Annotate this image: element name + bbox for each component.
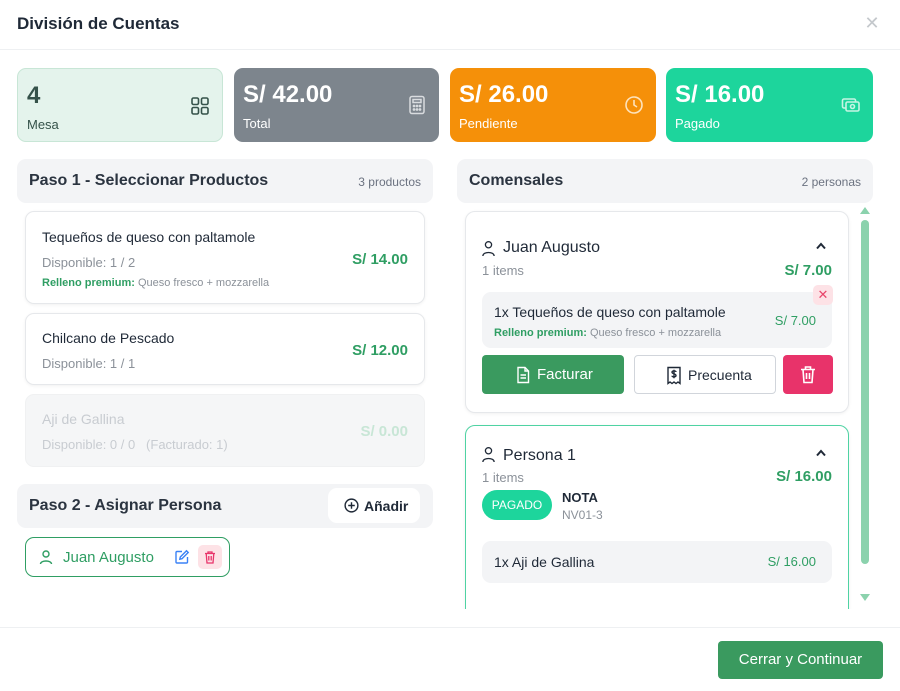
person-chip-name[interactable]: Juan Augusto: [63, 549, 154, 566]
diner-card-paid: Persona 1 1 items S/ 16.00 PAGADO NOTA N…: [465, 425, 849, 609]
step2-title: Paso 2 - Asignar Persona: [29, 497, 222, 514]
total-card: S/ 42.00 Total: [234, 68, 439, 142]
line-item-price: S/ 16.00: [767, 554, 816, 569]
line-item-name: 1x Tequeños de queso con paltamole: [494, 304, 726, 320]
product-name: Aji de Gallina: [42, 411, 125, 427]
line-item-price: S/ 7.00: [774, 313, 816, 328]
step1-title: Paso 1 - Seleccionar Productos: [29, 172, 269, 189]
precuenta-button[interactable]: Precuenta: [634, 355, 776, 394]
doc-number: NV01-3: [562, 508, 603, 522]
diner-card: Juan Augusto 1 items S/ 7.00 1x Tequeños…: [465, 211, 849, 413]
pagado-label: Pagado: [675, 116, 720, 131]
line-item-note: Relleno premium: Queso fresco + mozzarel…: [494, 327, 721, 339]
diners-title: Comensales: [469, 172, 564, 189]
cash-icon: [841, 98, 860, 112]
diners-count: 2 personas: [801, 175, 861, 189]
delete-diner-button[interactable]: [783, 355, 833, 394]
product-available: Disponible: 1 / 1: [42, 356, 136, 371]
total-label: Total: [243, 116, 271, 131]
product-price: S/ 0.00: [360, 423, 408, 440]
edit-icon[interactable]: [174, 549, 190, 565]
diner-line-item: 1x Tequeños de queso con paltamole Relle…: [482, 285, 833, 348]
diner-total: S/ 16.00: [776, 468, 832, 485]
diner-name: Persona 1: [503, 447, 576, 464]
facturar-label: Facturar: [537, 366, 593, 383]
remove-item-icon[interactable]: ✕: [813, 285, 833, 305]
diner-line-item: 1x Aji de Gallina S/ 16.00: [482, 541, 832, 583]
line-item-note-text: Queso fresco + mozzarella: [589, 327, 722, 339]
diners-list[interactable]: Juan Augusto 1 items S/ 7.00 1x Tequeños…: [457, 205, 873, 609]
doc-type: NOTA: [562, 490, 598, 505]
calculator-icon: [409, 95, 425, 115]
scroll-up-arrow-icon[interactable]: [860, 207, 870, 214]
scrollbar-thumb[interactable]: [861, 220, 869, 564]
pendiente-value: S/ 26.00: [459, 81, 549, 108]
diner-total: S/ 7.00: [784, 262, 832, 279]
product-card[interactable]: Tequeños de queso con paltamole Disponib…: [25, 211, 425, 304]
diners-header: Comensales 2 personas: [457, 159, 873, 203]
precuenta-label: Precuenta: [688, 367, 752, 383]
line-item-name: 1x Aji de Gallina: [494, 554, 595, 570]
close-continue-button[interactable]: Cerrar y Continuar: [718, 641, 883, 679]
product-name: Chilcano de Pescado: [42, 330, 175, 346]
mesa-value: 4: [27, 82, 41, 109]
diner-name: Juan Augusto: [503, 239, 600, 256]
product-note: Relleno premium: Queso fresco + mozzarel…: [42, 277, 269, 289]
chevron-up-icon[interactable]: [814, 239, 828, 253]
add-person-button[interactable]: Añadir: [328, 488, 420, 523]
status-badge: PAGADO: [482, 490, 552, 520]
pagado-card: S/ 16.00 Pagado: [666, 68, 873, 142]
document-icon: [517, 366, 530, 384]
line-item-note-label: Relleno premium:: [494, 327, 587, 339]
person-chip[interactable]: Juan Augusto: [25, 537, 230, 577]
step2-header: Paso 2 - Asignar Persona Añadir: [17, 484, 433, 528]
scroll-down-arrow-icon[interactable]: [860, 594, 870, 601]
product-card[interactable]: Chilcano de Pescado Disponible: 1 / 1 S/…: [25, 313, 425, 385]
receipt-dollar-icon: [667, 366, 681, 385]
product-name: Tequeños de queso con paltamole: [42, 229, 256, 245]
product-note-label: Relleno premium:: [42, 277, 135, 289]
mesa-label: Mesa: [27, 117, 59, 132]
product-card-disabled: Aji de Gallina Disponible: 0 / 0 (Factur…: [25, 394, 425, 467]
pendiente-card: S/ 26.00 Pendiente: [450, 68, 656, 142]
user-icon: [39, 550, 53, 565]
mesa-card: 4 Mesa: [17, 68, 223, 142]
product-available: Disponible: 1 / 2: [42, 255, 136, 270]
clock-icon: [625, 96, 643, 114]
pagado-value: S/ 16.00: [675, 81, 765, 108]
trash-icon: [205, 551, 215, 564]
step1-count: 3 productos: [358, 175, 421, 189]
add-person-label: Añadir: [364, 498, 409, 514]
product-price: S/ 14.00: [352, 251, 408, 268]
diner-items: 1 items: [482, 470, 524, 485]
product-note-text: Queso fresco + mozzarella: [137, 277, 270, 289]
delete-person-button[interactable]: [198, 545, 222, 569]
user-icon: [482, 241, 495, 257]
diner-items: 1 items: [482, 263, 524, 278]
product-available: Disponible: 0 / 0 (Facturado: 1): [42, 437, 228, 452]
grid-icon: [191, 97, 209, 115]
modal-header: División de Cuentas ✕: [0, 0, 900, 50]
plus-circle-icon: [344, 498, 359, 513]
total-value: S/ 42.00: [243, 81, 333, 108]
chevron-up-icon[interactable]: [814, 446, 828, 460]
facturar-button[interactable]: Facturar: [482, 355, 624, 394]
pendiente-label: Pendiente: [459, 116, 518, 131]
close-icon[interactable]: ✕: [864, 14, 880, 32]
user-icon: [482, 447, 495, 463]
trash-icon: [801, 366, 815, 384]
modal-title: División de Cuentas: [17, 14, 180, 33]
step1-header: Paso 1 - Seleccionar Productos 3 product…: [17, 159, 433, 203]
product-price: S/ 12.00: [352, 342, 408, 359]
